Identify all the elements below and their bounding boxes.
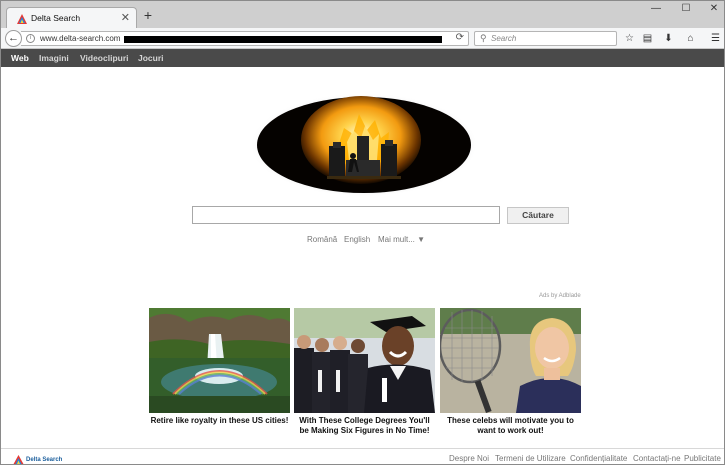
- lang-romanian[interactable]: Română: [307, 235, 337, 244]
- nav-videos[interactable]: Videoclipuri: [80, 53, 129, 63]
- url-text: www.delta-search.com: [40, 34, 121, 43]
- menu-icon[interactable]: ☰: [709, 32, 722, 45]
- tennis-ad-image: [440, 308, 581, 413]
- search-button[interactable]: Căutare: [507, 207, 569, 224]
- navigation-toolbar: i www.delta-search.com ⟳ ← ⚲ Search ☆ ▤ …: [1, 28, 724, 49]
- ad-card-tennis[interactable]: These celebs will motivate you to want t…: [440, 308, 581, 436]
- tab-close-icon[interactable]: ✕: [121, 11, 130, 24]
- search-input[interactable]: [192, 206, 500, 224]
- url-bar[interactable]: i www.delta-search.com ⟳: [21, 31, 469, 46]
- new-tab-button[interactable]: +: [141, 8, 155, 24]
- search-placeholder: Search: [491, 34, 517, 43]
- search-icon: ⚲: [480, 33, 487, 43]
- footer-link-terms[interactable]: Termeni de Utilizare: [495, 454, 566, 463]
- nav-games[interactable]: Jocuri: [138, 53, 164, 63]
- footer-link-advertising[interactable]: Publicitate: [684, 454, 721, 463]
- graduates-ad-image: [294, 308, 435, 413]
- site-nav: Web Imagini Videoclipuri Jocuri: [1, 49, 724, 67]
- ad-card-waterfall[interactable]: Retire like royalty in these US cities!: [149, 308, 290, 426]
- reload-icon[interactable]: ⟳: [456, 32, 464, 43]
- browser-window: Delta Search ✕ + — ☐ ✕ i www.delta-searc…: [0, 0, 725, 465]
- maximize-button[interactable]: ☐: [671, 1, 701, 17]
- nav-web[interactable]: Web: [11, 53, 29, 63]
- back-button[interactable]: ←: [5, 30, 22, 47]
- close-window-button[interactable]: ✕: [699, 1, 724, 17]
- ad-card-graduates[interactable]: With These College Degrees You'll be Mak…: [294, 308, 435, 436]
- ad-caption[interactable]: These celebs will motivate you to want t…: [440, 416, 581, 436]
- footer: Delta Search Despre Noi Termeni de Utili…: [1, 448, 724, 464]
- tab-delta-search[interactable]: Delta Search ✕: [6, 7, 137, 29]
- downloads-icon[interactable]: ⬇: [662, 32, 675, 45]
- waterfall-ad-image: [149, 308, 290, 413]
- lang-english[interactable]: English: [344, 235, 370, 244]
- nav-images[interactable]: Imagini: [39, 53, 69, 63]
- footer-link-about[interactable]: Despre Noi: [449, 454, 489, 463]
- ads-by-label[interactable]: Ads by Adblade: [539, 293, 581, 299]
- footer-logo[interactable]: Delta Search: [13, 455, 73, 464]
- tab-strip: Delta Search ✕ + — ☐ ✕: [1, 1, 724, 29]
- footer-link-privacy[interactable]: Confidențialitate: [570, 454, 627, 463]
- ad-caption[interactable]: Retire like royalty in these US cities!: [149, 416, 290, 426]
- reading-list-icon[interactable]: ▤: [641, 32, 654, 45]
- ad-caption[interactable]: With These College Degrees You'll be Mak…: [294, 416, 435, 436]
- footer-link-contact[interactable]: Contactați-ne: [633, 454, 681, 463]
- info-icon[interactable]: i: [26, 34, 35, 43]
- minimize-button[interactable]: —: [641, 1, 671, 17]
- lang-more-dropdown[interactable]: Mai mult... ▼: [378, 235, 425, 244]
- browser-search-field[interactable]: ⚲ Search: [474, 31, 617, 46]
- home-icon[interactable]: ⌂: [684, 32, 697, 45]
- tab-title: Delta Search: [31, 13, 81, 23]
- delta-favicon-icon: [17, 14, 27, 24]
- footer-logo-text: Delta Search: [26, 457, 63, 463]
- delta-search-logo: [250, 93, 478, 197]
- bookmark-star-icon[interactable]: ☆: [623, 32, 636, 45]
- url-redacted-region: [124, 36, 442, 43]
- delta-logo-icon: [13, 455, 24, 464]
